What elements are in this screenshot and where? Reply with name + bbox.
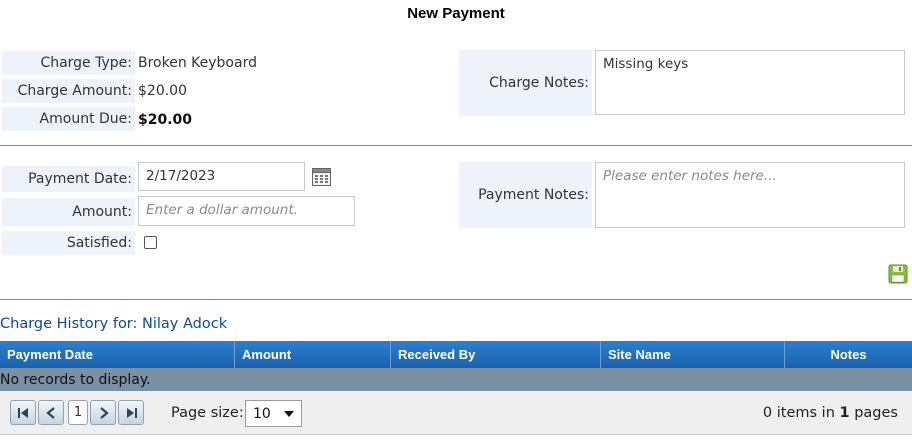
- charge-amount-label: Charge Amount:: [2, 79, 135, 103]
- satisfied-label: Satisfied:: [2, 231, 135, 255]
- page-size-label: Page size:: [171, 405, 244, 421]
- current-page-number[interactable]: 1: [68, 400, 88, 425]
- column-header-received-by[interactable]: Received By: [391, 341, 601, 368]
- amount-due-label: Amount Due:: [2, 107, 135, 131]
- payment-date-label: Payment Date:: [2, 166, 135, 192]
- charge-notes-field[interactable]: Missing keys: [595, 50, 905, 115]
- save-icon[interactable]: [888, 264, 908, 284]
- amount-due-value: $20.00: [138, 112, 193, 128]
- payment-notes-label: Payment Notes:: [459, 162, 592, 228]
- satisfied-checkbox[interactable]: [144, 236, 157, 249]
- no-records-message: No records to display.: [0, 368, 912, 391]
- page-size-value: 10: [253, 406, 271, 422]
- pager-info-prefix: 0 items in: [762, 405, 840, 421]
- charge-history-title: Charge History for: Nilay Adock: [0, 316, 228, 332]
- first-page-icon: [18, 408, 28, 418]
- page-title: New Payment: [407, 5, 505, 22]
- calendar-icon[interactable]: [312, 168, 331, 186]
- amount-label: Amount:: [2, 198, 135, 226]
- first-page-button[interactable]: [10, 400, 36, 425]
- column-header-amount[interactable]: Amount: [235, 341, 391, 368]
- previous-page-icon: [46, 407, 55, 419]
- page-size-select[interactable]: 10: [245, 400, 302, 427]
- divider: [0, 299, 912, 300]
- grid-header: Payment Date Amount Received By Site Nam…: [0, 341, 912, 368]
- grid-pager: 1 Page size: 10 0 items in 1 pages: [0, 391, 912, 435]
- charge-type-value: Broken Keyboard: [138, 55, 257, 71]
- payment-notes-field[interactable]: Please enter notes here...: [595, 162, 905, 228]
- column-header-site-name[interactable]: Site Name: [601, 341, 785, 368]
- next-page-button[interactable]: [90, 400, 116, 425]
- column-header-notes[interactable]: Notes: [785, 341, 912, 368]
- charge-notes-label: Charge Notes:: [459, 50, 592, 116]
- divider: [0, 145, 912, 146]
- charge-amount-value: $20.00: [138, 83, 187, 99]
- charge-type-label: Charge Type:: [2, 51, 135, 75]
- amount-input[interactable]: Enter a dollar amount.: [138, 196, 355, 226]
- next-page-icon: [100, 407, 109, 419]
- last-page-button[interactable]: [118, 400, 144, 425]
- pager-info-suffix: pages: [849, 405, 898, 421]
- last-page-icon: [127, 408, 137, 418]
- previous-page-button[interactable]: [38, 400, 64, 425]
- pager-info: 0 items in 1 pages: [763, 401, 898, 425]
- pager-pages-count: 1: [839, 405, 850, 421]
- chevron-down-icon: [284, 411, 294, 417]
- payment-date-input[interactable]: 2/17/2023: [138, 162, 305, 191]
- column-header-payment-date[interactable]: Payment Date: [0, 341, 235, 368]
